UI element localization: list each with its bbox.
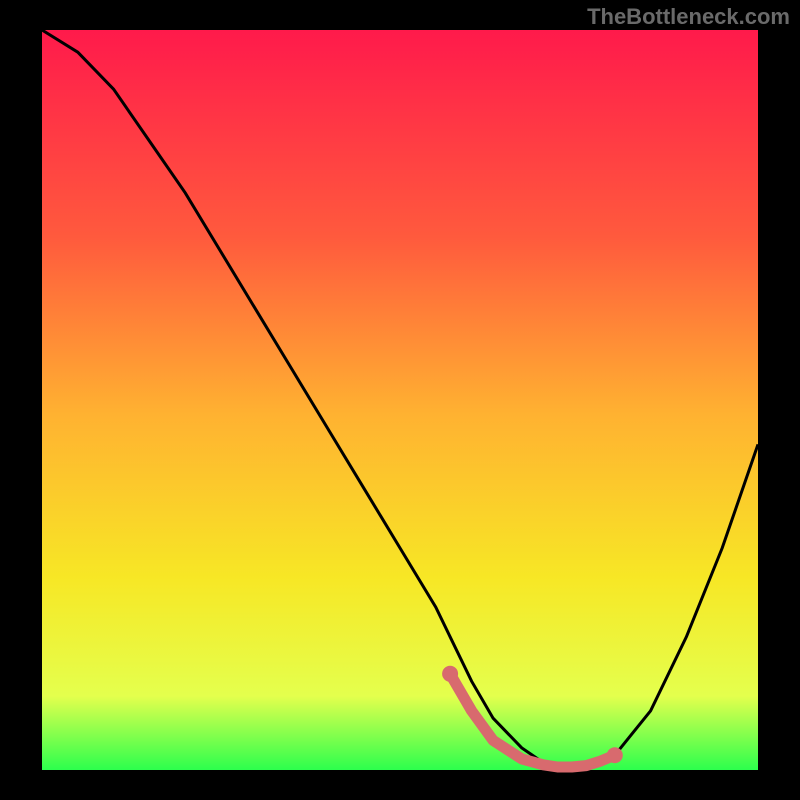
chart-frame: TheBottleneck.com: [0, 0, 800, 800]
bottleneck-plot: [0, 0, 800, 800]
attribution-label: TheBottleneck.com: [587, 4, 790, 30]
accent-dot: [442, 666, 458, 682]
accent-dot: [607, 747, 623, 763]
